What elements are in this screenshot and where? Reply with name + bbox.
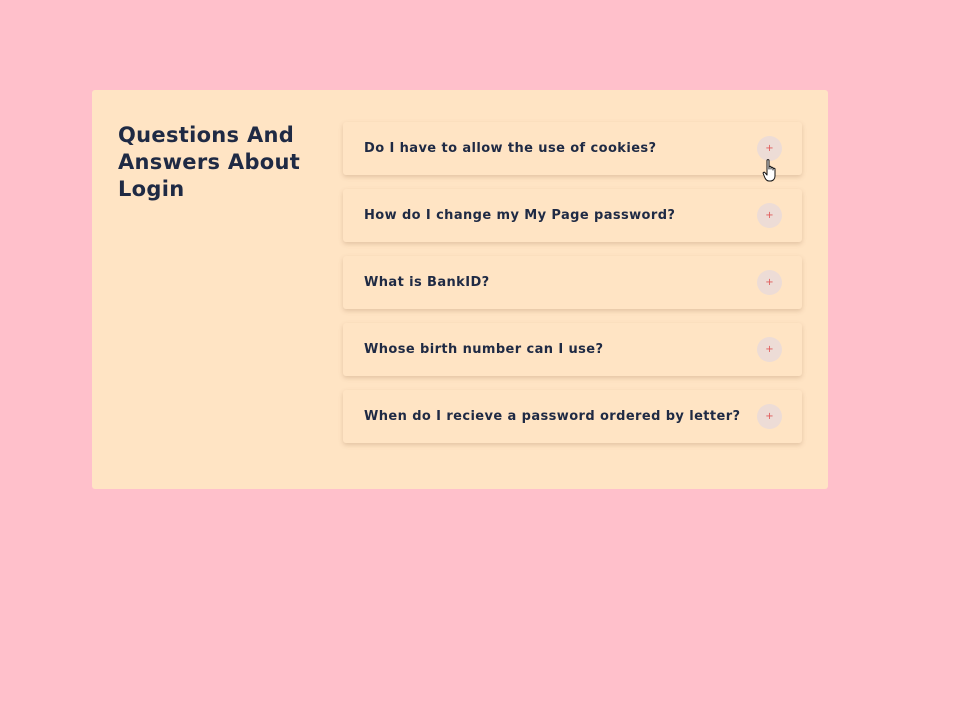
faq-item-birth-number[interactable]: Whose birth number can I use? + xyxy=(343,323,802,376)
faq-card: Questions And Answers About Login Do I h… xyxy=(92,90,828,489)
faq-item-cookies[interactable]: Do I have to allow the use of cookies? + xyxy=(343,122,802,175)
plus-icon: + xyxy=(765,142,774,154)
faq-question: When do I recieve a password ordered by … xyxy=(364,409,741,424)
expand-toggle-button[interactable]: + xyxy=(757,203,782,228)
plus-icon: + xyxy=(765,410,774,422)
faq-question: Whose birth number can I use? xyxy=(364,342,604,357)
faq-question: What is BankID? xyxy=(364,275,490,290)
faq-question: How do I change my My Page password? xyxy=(364,208,676,223)
expand-toggle-button[interactable]: + xyxy=(757,404,782,429)
plus-icon: + xyxy=(765,276,774,288)
faq-list: Do I have to allow the use of cookies? +… xyxy=(343,122,802,457)
faq-item-bankid[interactable]: What is BankID? + xyxy=(343,256,802,309)
expand-toggle-button[interactable]: + xyxy=(757,270,782,295)
plus-icon: + xyxy=(765,209,774,221)
hand-pointer-icon xyxy=(762,159,776,182)
faq-heading: Questions And Answers About Login xyxy=(118,123,301,201)
plus-icon: + xyxy=(765,343,774,355)
faq-question: Do I have to allow the use of cookies? xyxy=(364,141,657,156)
faq-item-password-letter[interactable]: When do I recieve a password ordered by … xyxy=(343,390,802,443)
faq-item-change-password[interactable]: How do I change my My Page password? + xyxy=(343,189,802,242)
expand-toggle-button[interactable]: + xyxy=(757,337,782,362)
